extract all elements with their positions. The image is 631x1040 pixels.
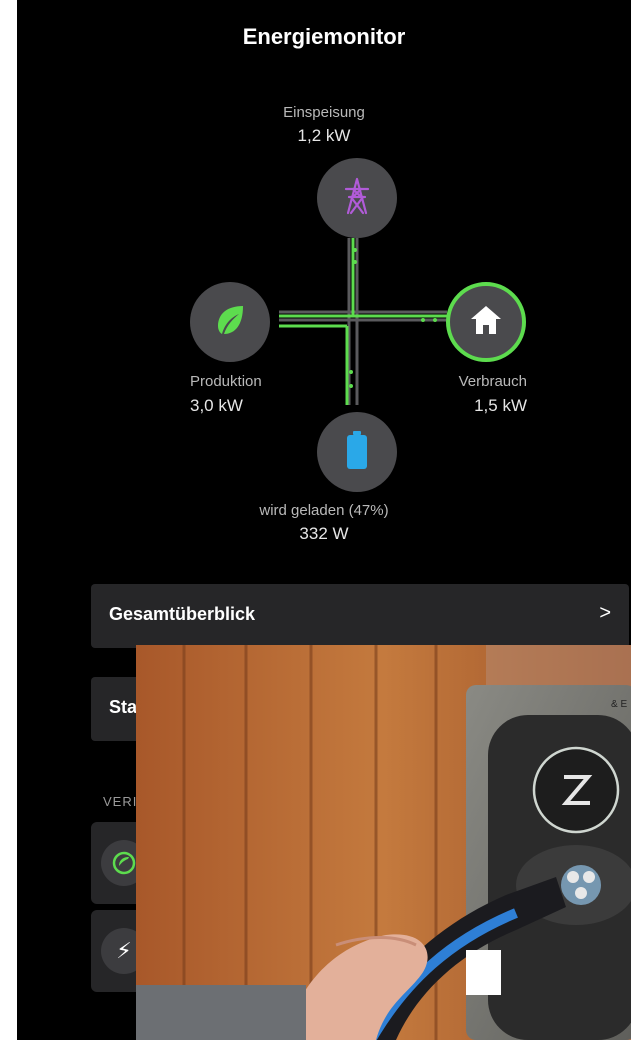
consumption-label: Verbrauch	[458, 373, 527, 390]
production-value: 3,0 kW	[190, 396, 243, 415]
battery-value: 332 W	[299, 524, 349, 543]
battery-node[interactable]	[317, 412, 397, 492]
overview-label: Gesamtüberblick	[109, 604, 256, 624]
svg-text:& E: & E	[611, 699, 627, 710]
power-tower-icon	[342, 177, 372, 220]
chevron-right-icon: >	[599, 602, 611, 624]
consumption-value: 1,5 kW	[474, 396, 527, 415]
production-label: Produktion	[190, 373, 262, 390]
wallbox-photo: & E	[136, 645, 631, 1040]
overview-card[interactable]: Gesamtüberblick >	[91, 584, 629, 648]
grid-label: Einspeisung	[283, 104, 365, 121]
consumption-node[interactable]	[446, 282, 526, 362]
section-label: VERI	[103, 794, 138, 809]
house-icon	[469, 304, 503, 341]
grid-node[interactable]	[317, 158, 397, 238]
battery-icon	[346, 430, 368, 475]
battery-label: wird geladen (47%)	[259, 502, 389, 519]
status-label: Sta	[109, 697, 138, 717]
leaf-icon	[213, 303, 247, 342]
production-node[interactable]	[190, 282, 270, 362]
grid-value: 1,2 kW	[297, 126, 351, 145]
